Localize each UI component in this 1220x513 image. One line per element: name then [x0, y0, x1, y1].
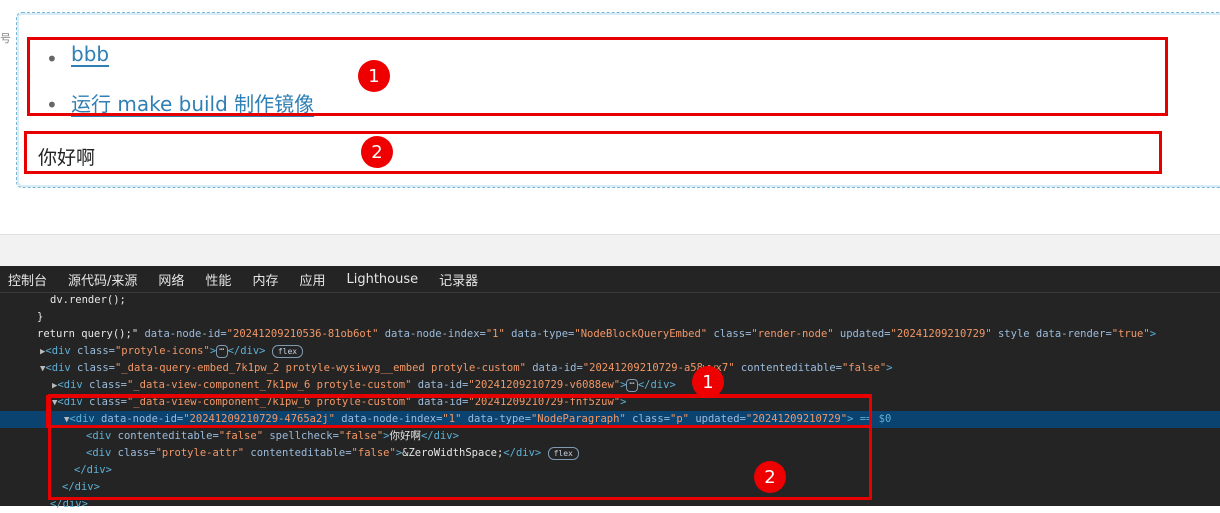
- code-attr: class=: [70, 362, 115, 374]
- code-value: "20241209210729-v6088ew": [468, 379, 621, 391]
- code-attr: data-type=: [504, 328, 575, 340]
- dom-line: }: [0, 309, 1220, 326]
- panel-divider: [0, 234, 1220, 267]
- dom-node-row[interactable]: ▼<div class="_data-query-embed_7k1pw_2 p…: [0, 360, 1220, 377]
- code-value: "20241209210729": [890, 328, 992, 340]
- code-attr: class=: [82, 379, 127, 391]
- code-tag: >: [1149, 328, 1157, 340]
- code-value: "protyle-icons": [114, 345, 210, 357]
- code-tag: </div>: [637, 379, 676, 391]
- dom-line: dv.render();: [0, 292, 1220, 309]
- code-text: }: [37, 311, 44, 323]
- tab-network[interactable]: 网络: [158, 270, 184, 289]
- code-attr: class=: [707, 328, 752, 340]
- ellipsis-button[interactable]: ⋯: [216, 344, 228, 358]
- tab-performance[interactable]: 性能: [205, 270, 231, 289]
- dom-line: return query();" data-node-id="202412092…: [0, 326, 1220, 343]
- tab-recorder[interactable]: 记录器: [439, 270, 478, 289]
- code-attr: updated=: [833, 328, 891, 340]
- code-value: "_data-query-embed_7k1pw_2 protyle-wysiw…: [114, 362, 526, 374]
- dom-node-row[interactable]: ▶<div class="_data-view-component_7k1pw_…: [0, 377, 1220, 394]
- dom-node-row[interactable]: ▶<div class="protyle-icons"> ⋯ </div> flex: [0, 343, 1220, 360]
- code-value: "true": [1111, 328, 1150, 340]
- code-tag: <div: [45, 345, 71, 357]
- side-marker: 号: [0, 32, 11, 45]
- code-tag: <div: [57, 379, 83, 391]
- code-attr: contenteditable=: [734, 362, 842, 374]
- tab-sources[interactable]: 源代码/来源: [68, 270, 137, 289]
- code-value: "1": [485, 328, 505, 340]
- code-attr: data-id=: [525, 362, 583, 374]
- code-value: "_data-view-component_7k1pw_6 protyle-cu…: [126, 379, 412, 391]
- devtools-panel: 控制台 源代码/来源 网络 性能 内存 应用 Lighthouse 记录器 dv…: [0, 266, 1220, 510]
- code-value: "false": [841, 362, 887, 374]
- tab-memory[interactable]: 内存: [252, 270, 278, 289]
- tab-lighthouse[interactable]: Lighthouse: [346, 272, 418, 287]
- devtools-tab-bar: 控制台 源代码/来源 网络 性能 内存 应用 Lighthouse 记录器: [0, 266, 1220, 293]
- annotation-badge: 1: [692, 366, 724, 398]
- code-attr: style data-render=: [991, 328, 1112, 340]
- tab-application[interactable]: 应用: [299, 270, 325, 289]
- annotation-badge: 2: [361, 136, 393, 168]
- code-tag: <div: [45, 362, 71, 374]
- code-attr: data-id=: [411, 379, 469, 391]
- code-tag: >: [886, 362, 893, 374]
- highlight-box-paragraph: [24, 131, 1162, 174]
- code-text: return query();": [37, 328, 139, 340]
- rendered-preview: 号 • bbb • 运行 make build 制作镜像 你好啊 1 2: [0, 0, 1220, 234]
- code-attr: class=: [70, 345, 115, 357]
- code-value: "20241209210536-81ob6ot": [226, 328, 379, 340]
- annotation-badge: 1: [358, 60, 390, 92]
- code-value: "NodeBlockQueryEmbed": [574, 328, 708, 340]
- code-value: "render-node": [751, 328, 834, 340]
- ellipsis-button[interactable]: ⋯: [626, 378, 638, 392]
- flex-badge[interactable]: flex: [271, 344, 304, 358]
- tab-console[interactable]: 控制台: [8, 270, 47, 289]
- code-attr: data-node-id=: [138, 328, 227, 340]
- highlight-box-dom-2: [48, 394, 872, 500]
- code-text: dv.render();: [50, 294, 126, 306]
- code-attr: data-node-index=: [378, 328, 486, 340]
- highlight-box-list: [27, 37, 1168, 116]
- annotation-badge: 2: [754, 461, 786, 493]
- code-tag: </div>: [227, 345, 266, 357]
